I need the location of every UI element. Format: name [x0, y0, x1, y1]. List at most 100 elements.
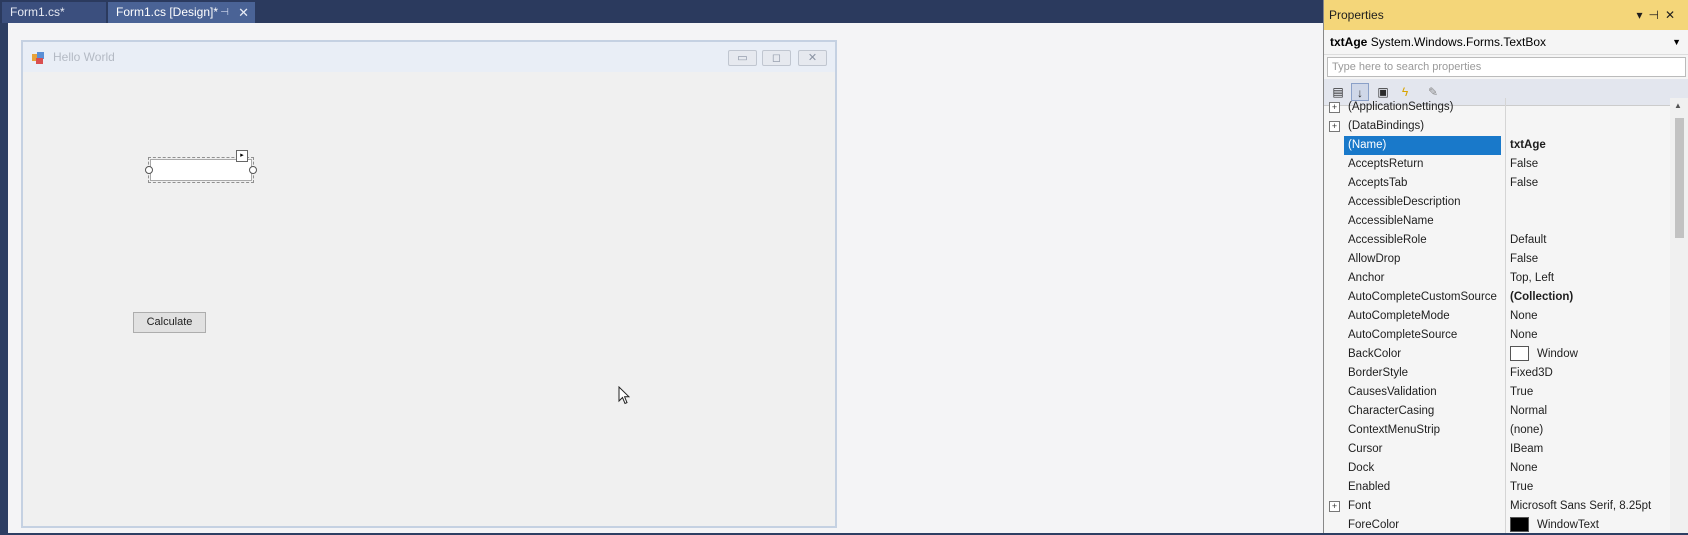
- property-row[interactable]: AutoCompleteSource None: [1324, 326, 1669, 345]
- property-row[interactable]: Cursor IBeam: [1324, 440, 1669, 459]
- property-value[interactable]: True: [1506, 383, 1668, 402]
- property-name: CharacterCasing: [1348, 405, 1435, 417]
- property-name: Enabled: [1348, 481, 1391, 493]
- chevron-down-icon[interactable]: ▼: [1672, 30, 1681, 54]
- property-value[interactable]: (none): [1506, 421, 1668, 440]
- property-name: BorderStyle: [1348, 367, 1409, 379]
- property-value[interactable]: Normal: [1506, 402, 1668, 421]
- property-value[interactable]: Default: [1506, 231, 1668, 250]
- property-name: ContextMenuStrip: [1348, 424, 1441, 436]
- tab-form1-design[interactable]: Form1.cs [Design]* ⊣ ✕: [108, 2, 255, 23]
- property-name: Dock: [1348, 462, 1375, 474]
- tab-label: Form1.cs [Design]*: [116, 5, 219, 19]
- property-row[interactable]: AcceptsReturn False: [1324, 155, 1669, 174]
- properties-title: Properties: [1329, 8, 1384, 22]
- form-window[interactable]: Hello World ▭ ◻ ✕ ▸ Calculate: [21, 40, 837, 528]
- object-selector[interactable]: txtAge System.Windows.Forms.TextBox ▼: [1324, 30, 1688, 55]
- calculate-button[interactable]: Calculate: [133, 312, 206, 333]
- resize-handle-left[interactable]: [145, 166, 153, 174]
- property-name: (Name): [1344, 136, 1501, 155]
- property-value[interactable]: Window: [1506, 345, 1668, 364]
- expand-icon[interactable]: +: [1329, 501, 1340, 512]
- scroll-up-icon[interactable]: ▲: [1674, 101, 1682, 110]
- property-name: AutoCompleteCustomSource: [1348, 291, 1497, 303]
- property-value[interactable]: Microsoft Sans Serif, 8.25pt: [1506, 497, 1668, 516]
- tab-form1-code[interactable]: Form1.cs*: [2, 2, 106, 23]
- properties-scrollbar[interactable]: ▲: [1670, 98, 1688, 533]
- property-row[interactable]: ContextMenuStrip (none): [1324, 421, 1669, 440]
- expand-icon[interactable]: +: [1329, 121, 1340, 132]
- property-value[interactable]: None: [1506, 307, 1668, 326]
- property-name: AcceptsReturn: [1348, 158, 1424, 170]
- property-value-text: Window: [1537, 348, 1578, 360]
- property-value[interactable]: Top, Left: [1506, 269, 1668, 288]
- property-row[interactable]: AllowDrop False: [1324, 250, 1669, 269]
- tab-label: Form1.cs*: [10, 5, 65, 19]
- smart-tag-icon[interactable]: ▸: [236, 150, 248, 162]
- object-name: txtAge: [1330, 35, 1368, 49]
- property-row[interactable]: ForeColor WindowText: [1324, 516, 1669, 535]
- property-name: AccessibleName: [1348, 215, 1434, 227]
- property-row[interactable]: + Font Microsoft Sans Serif, 8.25pt: [1324, 497, 1669, 516]
- property-value[interactable]: IBeam: [1506, 440, 1668, 459]
- property-value[interactable]: None: [1506, 326, 1668, 345]
- property-name: AccessibleDescription: [1348, 196, 1461, 208]
- color-swatch: [1510, 346, 1529, 362]
- property-row[interactable]: AutoCompleteMode None: [1324, 307, 1669, 326]
- property-row[interactable]: Anchor Top, Left: [1324, 269, 1669, 288]
- property-row[interactable]: AcceptsTab False: [1324, 174, 1669, 193]
- property-row[interactable]: AccessibleName: [1324, 212, 1669, 231]
- property-name: AccessibleRole: [1348, 234, 1427, 246]
- property-row[interactable]: + (ApplicationSettings): [1324, 98, 1669, 117]
- close-button[interactable]: ✕: [798, 50, 827, 66]
- property-value[interactable]: False: [1506, 250, 1668, 269]
- property-name: CausesValidation: [1348, 386, 1437, 398]
- property-row[interactable]: Dock None: [1324, 459, 1669, 478]
- property-name: AcceptsTab: [1348, 177, 1408, 189]
- property-row[interactable]: Enabled True: [1324, 478, 1669, 497]
- property-grid: + (ApplicationSettings) + (DataBindings) (…: [1324, 98, 1669, 535]
- form-title: Hello World: [53, 50, 115, 64]
- scrollbar-thumb[interactable]: [1675, 118, 1684, 238]
- close-icon[interactable]: ✕: [238, 2, 249, 23]
- age-textbox[interactable]: [148, 157, 254, 183]
- properties-title-bar: Properties ▾⊣✕: [1324, 0, 1688, 30]
- document-tab-strip: Form1.cs* Form1.cs [Design]* ⊣ ✕: [0, 0, 1323, 23]
- property-value[interactable]: True: [1506, 478, 1668, 497]
- property-row[interactable]: + (DataBindings): [1324, 117, 1669, 136]
- pin-icon[interactable]: ⊣: [220, 2, 229, 23]
- property-value[interactable]: Fixed3D: [1506, 364, 1668, 383]
- form-icon: [32, 52, 44, 64]
- maximize-button[interactable]: ◻: [762, 50, 791, 66]
- property-name: Cursor: [1348, 443, 1383, 455]
- expand-icon[interactable]: +: [1329, 102, 1340, 113]
- property-value[interactable]: WindowText: [1506, 516, 1668, 535]
- property-row[interactable]: BorderStyle Fixed3D: [1324, 364, 1669, 383]
- designer-surface[interactable]: Hello World ▭ ◻ ✕ ▸ Calculate: [8, 23, 1323, 533]
- property-name: (ApplicationSettings): [1348, 101, 1454, 113]
- property-value-text: WindowText: [1537, 519, 1599, 531]
- property-row[interactable]: AutoCompleteCustomSource (Collection): [1324, 288, 1669, 307]
- properties-panel: Properties ▾⊣✕ txtAge System.Windows.For…: [1323, 0, 1688, 533]
- property-row-selected[interactable]: (Name) txtAge: [1324, 136, 1669, 155]
- property-row[interactable]: AccessibleDescription: [1324, 193, 1669, 212]
- mouse-cursor-icon: [618, 386, 630, 405]
- property-value[interactable]: False: [1506, 174, 1668, 193]
- property-row[interactable]: CharacterCasing Normal: [1324, 402, 1669, 421]
- form-title-bar[interactable]: Hello World ▭ ◻ ✕: [23, 42, 835, 72]
- property-name: Font: [1348, 500, 1372, 512]
- panel-window-buttons[interactable]: ▾⊣✕: [1636, 0, 1681, 30]
- property-search-input[interactable]: Type here to search properties: [1327, 57, 1686, 77]
- property-row[interactable]: BackColor Window: [1324, 345, 1669, 364]
- property-name: BackColor: [1348, 348, 1402, 360]
- property-row[interactable]: CausesValidation True: [1324, 383, 1669, 402]
- property-value[interactable]: None: [1506, 459, 1668, 478]
- property-value[interactable]: (Collection): [1506, 288, 1668, 307]
- property-name: ForeColor: [1348, 519, 1400, 531]
- property-value[interactable]: txtAge: [1506, 136, 1668, 155]
- resize-handle-right[interactable]: [249, 166, 257, 174]
- minimize-button[interactable]: ▭: [728, 50, 757, 66]
- property-row[interactable]: AccessibleRole Default: [1324, 231, 1669, 250]
- property-value[interactable]: False: [1506, 155, 1668, 174]
- property-name: AutoCompleteSource: [1348, 329, 1458, 341]
